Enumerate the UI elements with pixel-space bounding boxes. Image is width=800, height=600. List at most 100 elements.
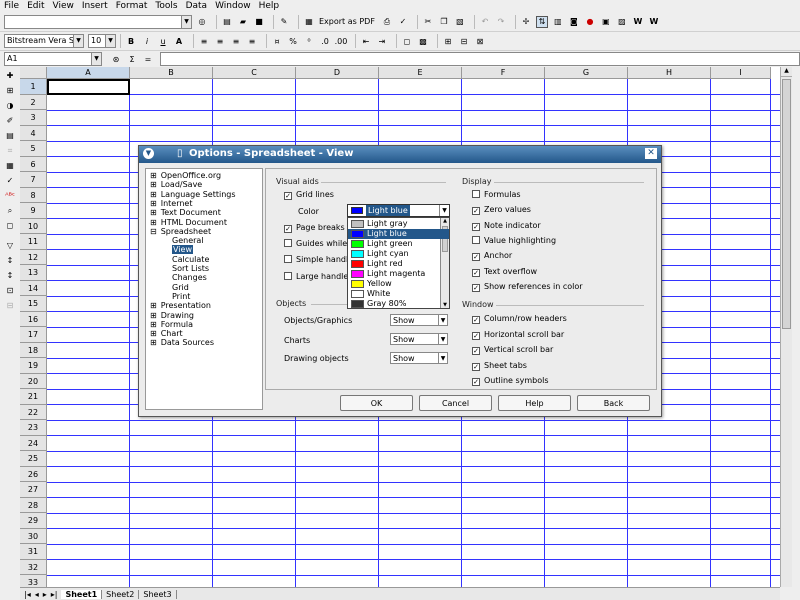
menu-edit[interactable]: Edit [27, 1, 44, 11]
row-header[interactable]: 27 [20, 482, 47, 498]
row-header[interactable]: 29 [20, 513, 47, 529]
export-pdf-label[interactable]: Export as PDF [319, 17, 375, 26]
menu-tools[interactable]: Tools [155, 1, 177, 11]
currency-icon[interactable]: ¤ [271, 35, 283, 47]
tree-item[interactable]: ⊞ Load/Save [150, 180, 202, 189]
increase-indent-icon[interactable]: ⇥ [376, 35, 388, 47]
row-header[interactable]: 15 [20, 296, 47, 312]
column-header[interactable]: G [545, 67, 628, 79]
color-option[interactable]: Light red [348, 259, 449, 269]
wrap-text-icon[interactable]: ⊟ [458, 35, 470, 47]
display-option-checkbox[interactable]: ✓ Note indicator [472, 221, 541, 231]
color-select[interactable]: Light blue ▼ [347, 204, 450, 217]
display-option-checkbox[interactable]: ✓ Show references in color [472, 282, 583, 292]
collapse-icon[interactable]: ⊟ [150, 227, 157, 236]
row-header[interactable]: 6 [20, 156, 47, 172]
expand-icon[interactable]: ⊞ [150, 311, 157, 320]
window-option-checkbox[interactable]: ✓ Horizontal scroll bar [472, 330, 564, 340]
window-option-checkbox[interactable]: ✓ Sheet tabs [472, 361, 527, 371]
tree-item[interactable]: ⊞ Chart [150, 329, 183, 338]
row-header[interactable]: 28 [20, 497, 47, 513]
sheet-tab-3[interactable]: Sheet3 [139, 589, 177, 599]
merge-cells-icon[interactable]: ⊞ [442, 35, 454, 47]
row-header[interactable]: 22 [20, 404, 47, 420]
row-header[interactable]: 16 [20, 311, 47, 327]
find-icon[interactable]: ⌕ [3, 205, 17, 217]
column-header[interactable]: H [628, 67, 711, 79]
sheet-tab-1[interactable]: Sheet1 [61, 589, 103, 599]
scroll-up-icon[interactable]: ▲ [781, 67, 792, 77]
row-header[interactable]: 33 [20, 575, 47, 587]
bold-icon[interactable]: B [125, 35, 137, 47]
menu-file[interactable]: File [4, 1, 19, 11]
font-color-icon[interactable]: A [173, 35, 185, 47]
first-sheet-icon[interactable]: |◂ [24, 590, 31, 599]
row-header[interactable]: 32 [20, 559, 47, 575]
prev-sheet-icon[interactable]: ◂ [35, 590, 39, 599]
sheet-tab-2[interactable]: Sheet2 [102, 589, 140, 599]
simple-handles-checkbox[interactable]: Simple handl [284, 255, 348, 264]
expand-icon[interactable]: ⊞ [150, 190, 157, 199]
row-header[interactable]: 10 [20, 218, 47, 234]
options-tree[interactable]: ⊞ OpenOffice.org ⊞ Load/Save ⊞ Language Setti… [145, 168, 263, 410]
open-icon[interactable]: ▰ [237, 16, 249, 28]
expand-icon[interactable]: ⊞ [150, 180, 157, 189]
sort-icon[interactable]: ⇅ [535, 15, 548, 28]
expand-icon[interactable]: ⊞ [150, 208, 157, 217]
tree-item[interactable]: Changes [172, 273, 207, 282]
tree-item[interactable]: ⊞ Drawing [150, 311, 194, 320]
menu-data[interactable]: Data [186, 1, 208, 11]
edit-points-icon[interactable]: ⌗ [3, 145, 17, 157]
menu-help[interactable]: Help [259, 1, 280, 11]
row-header[interactable]: 3 [20, 110, 47, 126]
row-header[interactable]: 4 [20, 125, 47, 141]
objects-graphics-select[interactable]: Show ▼ [390, 314, 448, 326]
color-option[interactable]: Light blue [348, 229, 449, 239]
export-pdf-icon[interactable]: ▦ [303, 16, 315, 28]
show-draw-icon[interactable]: ✐ [3, 115, 17, 127]
row-header[interactable]: 12 [20, 249, 47, 265]
row-header[interactable]: 30 [20, 528, 47, 544]
percent-icon[interactable]: % [287, 35, 299, 47]
display-option-checkbox[interactable]: ✓ Text overflow [472, 267, 537, 277]
row-header[interactable]: 21 [20, 389, 47, 405]
scroll-thumb[interactable] [782, 79, 791, 329]
display-option-checkbox[interactable]: ✓ Zero values [472, 205, 531, 216]
color-dropdown-list[interactable]: ▲ ▼ Light gray Light blue Light green Light… [347, 217, 450, 309]
color-option[interactable]: Gray 80% [348, 299, 449, 309]
display-option-checkbox[interactable]: Value highlighting [472, 235, 556, 245]
column-header[interactable]: A [47, 67, 130, 79]
tree-item[interactable]: ⊞ Data Sources [150, 338, 214, 347]
row-header[interactable]: 20 [20, 373, 47, 389]
menu-insert[interactable]: Insert [82, 1, 108, 11]
close-icon[interactable]: ✕ [645, 148, 657, 159]
window-menu-icon[interactable]: ▼ [143, 148, 154, 159]
menu-view[interactable]: View [53, 1, 74, 11]
underline-icon[interactable]: u [157, 35, 169, 47]
menu-format[interactable]: Format [116, 1, 148, 11]
display-option-checkbox[interactable]: ✓ Anchor [472, 251, 512, 262]
row-header[interactable]: 7 [20, 172, 47, 188]
color-option[interactable]: Light magenta [348, 269, 449, 279]
row-header[interactable]: 31 [20, 544, 47, 560]
borders-icon[interactable]: ◻ [401, 35, 413, 47]
column-header[interactable]: B [130, 67, 213, 79]
align-top-icon[interactable]: ⊠ [474, 35, 486, 47]
charts-select[interactable]: Show ▼ [390, 333, 448, 345]
row-header[interactable]: 19 [20, 358, 47, 374]
ok-button[interactable]: OK [340, 395, 413, 411]
tree-item[interactable]: ⊞ HTML Document [150, 218, 227, 227]
autoformat-icon[interactable]: ▦ [3, 160, 17, 172]
expand-icon[interactable]: ⊞ [150, 320, 157, 329]
tree-item[interactable]: Grid [172, 283, 189, 292]
delete-decimal-icon[interactable]: .00 [335, 35, 348, 47]
cancel-button[interactable]: Cancel [419, 395, 492, 411]
next-sheet-icon[interactable]: ▸ [43, 590, 47, 599]
formula-input[interactable] [160, 52, 800, 66]
name-box[interactable]: A1 ▼ [4, 52, 102, 66]
select-all-corner[interactable] [20, 67, 47, 79]
ungroup-icon[interactable]: ⊟ [3, 300, 17, 312]
edit-file-icon[interactable]: ✎ [278, 16, 290, 28]
expand-icon[interactable]: ⊞ [150, 171, 157, 180]
font-name-combo[interactable]: Bitstream Vera Sa ▼ [4, 34, 84, 48]
